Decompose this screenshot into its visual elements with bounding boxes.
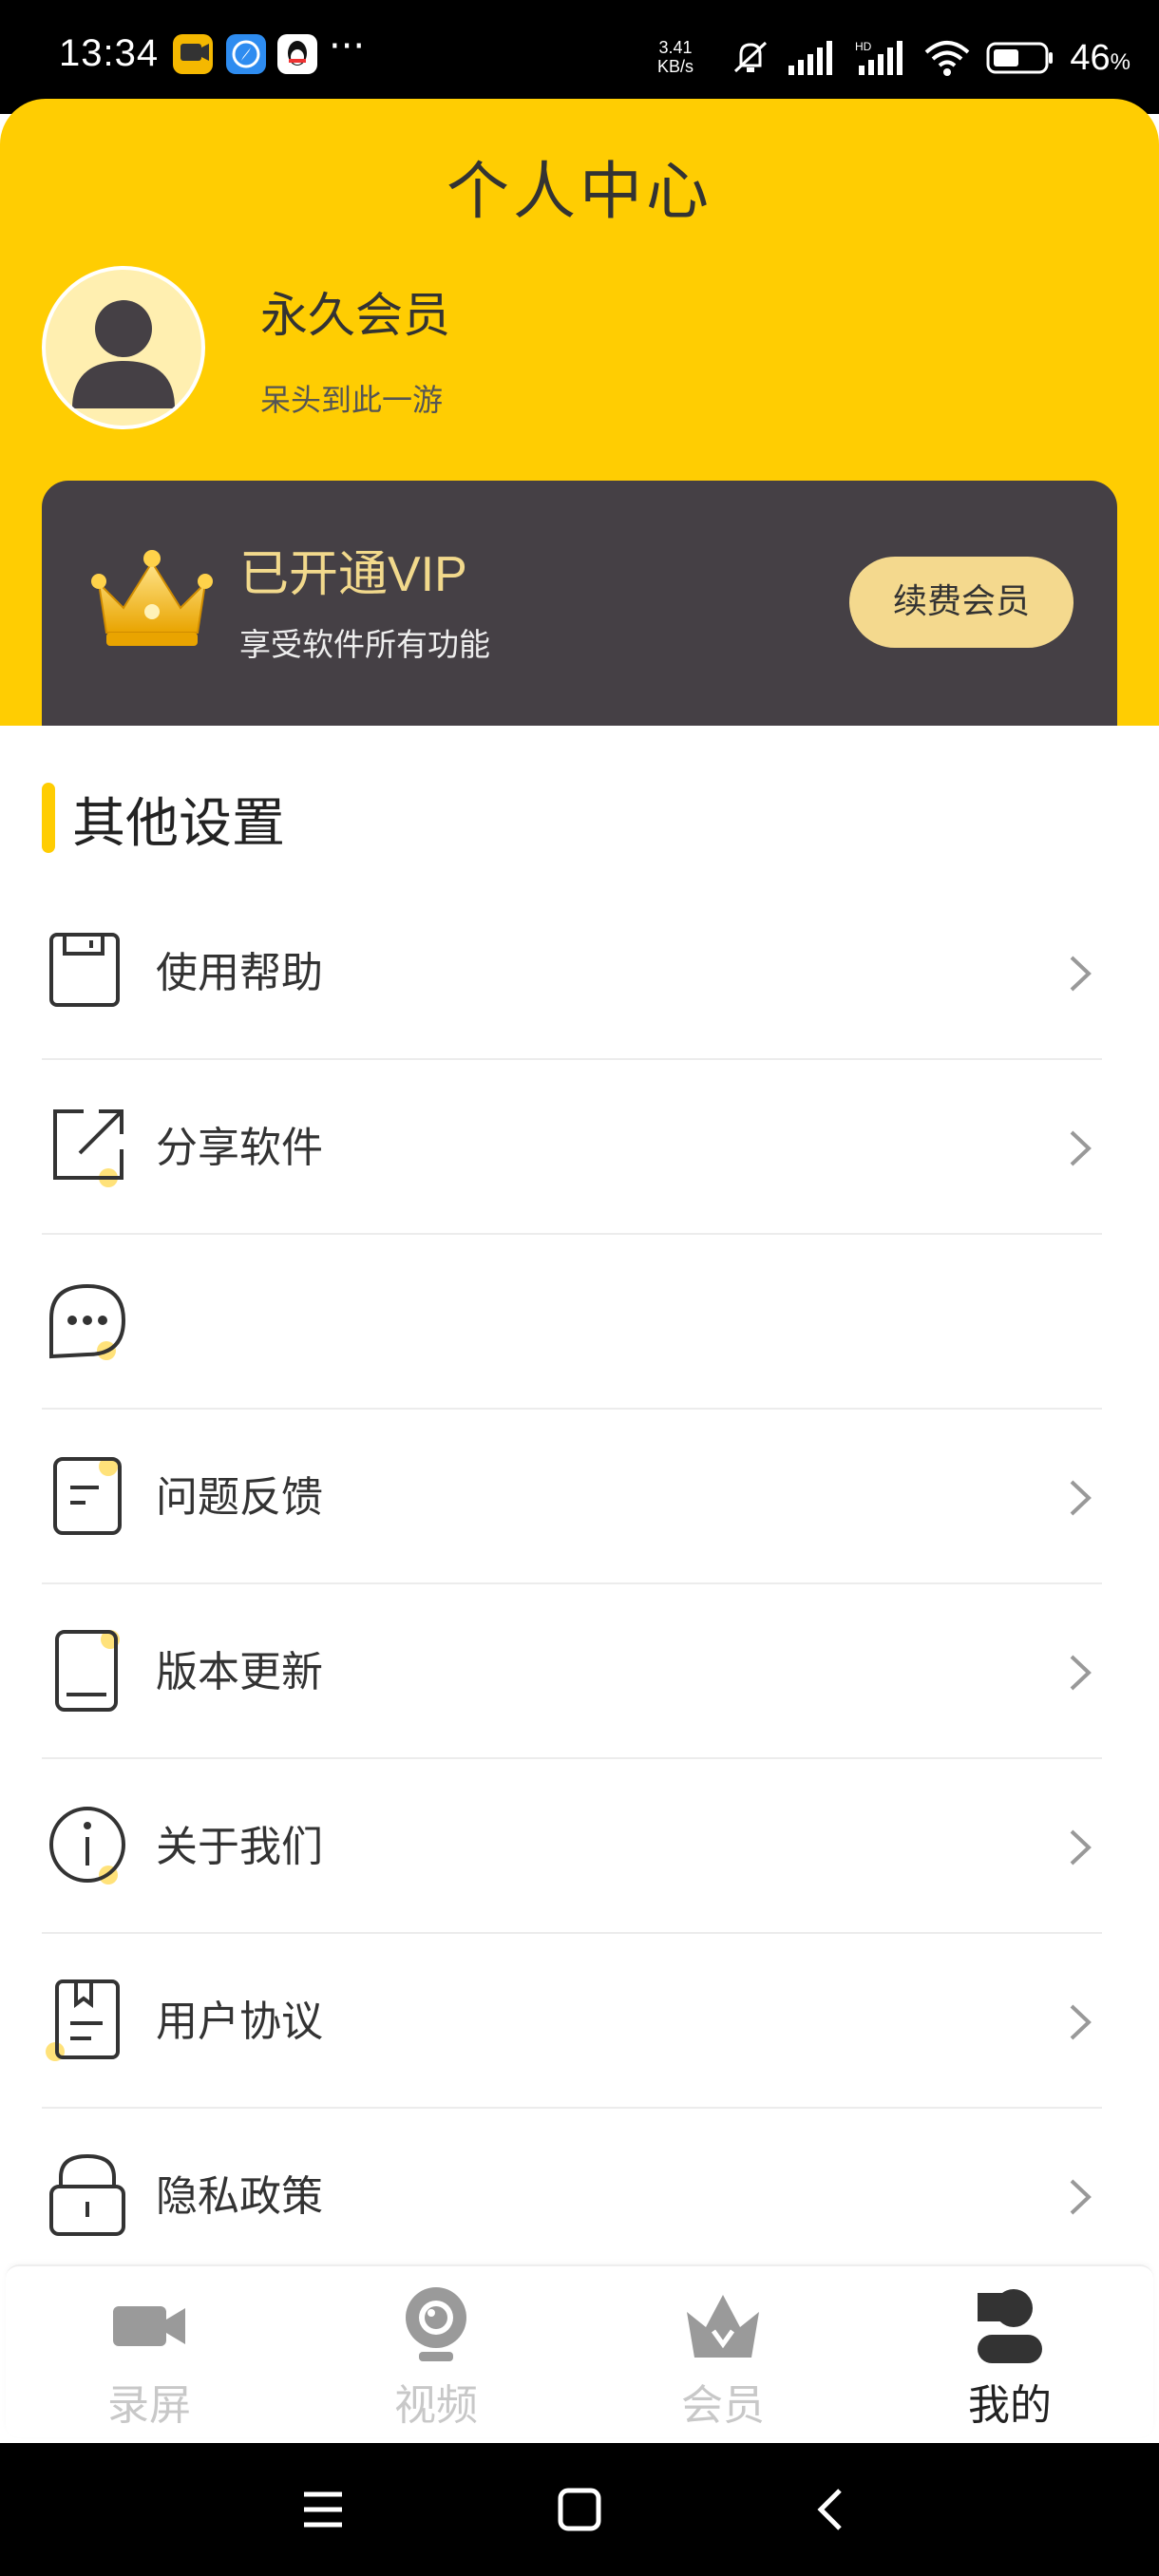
video-app-notification-icon [173, 34, 213, 74]
browser-notification-icon [226, 34, 266, 74]
privacy-icon [49, 2153, 125, 2236]
share-icon [53, 1109, 124, 1187]
menu-item-feedback[interactable]: 问题反馈 [42, 1410, 1102, 1584]
network-speed-value: 3.41 [658, 38, 693, 57]
menu-label: 使用帮助 [156, 949, 323, 997]
vip-status-title: 已开通VIP [239, 547, 467, 602]
message-icon [49, 1283, 126, 1360]
crown-icon [91, 550, 213, 646]
menu-item-share[interactable]: 分享软件 [42, 1060, 1102, 1235]
video-icon [406, 2287, 466, 2361]
tab-record[interactable]: 录屏 [6, 2266, 293, 2439]
avatar-person-icon [72, 300, 175, 408]
network-speed: 3.41 KB/s [657, 38, 694, 76]
page-title: 个人中心 [446, 155, 712, 228]
user-name: 永久会员 [260, 288, 450, 343]
more-notifications-icon: ··· [329, 25, 366, 68]
tab-video[interactable]: 视频 [293, 2266, 580, 2439]
status-time: 13:34 [59, 32, 160, 74]
chevron-right-icon [1070, 1130, 1092, 1166]
tab-label: 我的 [968, 2381, 1052, 2430]
feedback-icon [53, 1457, 122, 1535]
user-subtitle: 呆头到此一游 [260, 382, 444, 418]
settings-section: 其他设置 使用帮助 分享软件 问题反馈 版本更新 关于我们 用户协议 隐私政策 [0, 726, 1159, 2264]
menu-item-about[interactable]: 关于我们 [42, 1759, 1102, 1934]
menu-item-help[interactable]: 使用帮助 [42, 885, 1102, 1060]
settings-menu: 使用帮助 分享软件 问题反馈 版本更新 关于我们 用户协议 隐私政策 [42, 885, 1102, 2264]
mute-icon [734, 41, 768, 73]
status-bar: 13:34 ··· 3.41 KB/s HD 46% [0, 0, 1159, 114]
avatar[interactable] [42, 266, 205, 429]
chevron-right-icon [1070, 1480, 1092, 1516]
tab-label: 会员 [681, 2381, 765, 2430]
tab-label: 录屏 [107, 2381, 191, 2430]
tab-profile[interactable]: 我的 [866, 2266, 1153, 2439]
info-icon [49, 1807, 125, 1885]
battery-percent: 46% [1070, 38, 1130, 79]
menu-label: 关于我们 [156, 1823, 323, 1871]
agreement-icon [46, 1979, 120, 2061]
renew-membership-button[interactable]: 续费会员 [849, 557, 1074, 648]
wifi-icon [925, 41, 970, 76]
battery-unit: % [1110, 48, 1130, 75]
chevron-right-icon [1070, 2004, 1092, 2040]
help-icon [49, 933, 120, 1007]
section-accent-bar [42, 783, 55, 853]
back-icon[interactable] [800, 2479, 861, 2540]
menu-label: 用户协议 [156, 1998, 323, 2046]
menu-label: 问题反馈 [156, 1473, 323, 1522]
home-icon[interactable] [549, 2479, 610, 2540]
chevron-right-icon [1070, 2179, 1092, 2215]
record-icon [113, 2306, 185, 2346]
menu-label: 版本更新 [156, 1648, 323, 1696]
menu-icon[interactable] [293, 2479, 353, 2540]
qq-notification-icon [277, 34, 317, 74]
chevron-right-icon [1070, 1655, 1092, 1691]
menu-item-update[interactable]: 版本更新 [42, 1584, 1102, 1759]
system-nav-bar [0, 2443, 1159, 2576]
menu-label: 隐私政策 [156, 2172, 323, 2221]
status-icons: HD 46% [730, 34, 1130, 82]
menu-item-agreement[interactable]: 用户协议 [42, 1934, 1102, 2109]
signal-hd-icon: HD [855, 40, 903, 75]
chevron-right-icon [1070, 956, 1092, 992]
menu-label: 分享软件 [156, 1124, 323, 1172]
vip-card: 已开通VIP 享受软件所有功能 续费会员 [42, 481, 1117, 726]
tab-member[interactable]: 会员 [580, 2266, 866, 2439]
menu-item-privacy[interactable]: 隐私政策 [42, 2109, 1102, 2264]
battery-icon [986, 42, 1054, 74]
profile-icon [978, 2289, 1042, 2363]
vip-status-subtitle: 享受软件所有功能 [239, 626, 490, 663]
network-speed-unit: KB/s [657, 57, 694, 76]
member-icon [687, 2295, 759, 2358]
signal-icon [788, 41, 833, 75]
tab-label: 视频 [394, 2381, 478, 2430]
battery-value: 46 [1070, 37, 1111, 78]
bottom-tab-bar: 录屏 视频 会员 我的 [6, 2264, 1153, 2437]
svg-text:HD: HD [855, 40, 872, 53]
update-icon [55, 1630, 120, 1712]
section-title: 其他设置 [72, 793, 285, 855]
chevron-right-icon [1070, 1829, 1092, 1866]
menu-item-message[interactable] [42, 1235, 1102, 1410]
